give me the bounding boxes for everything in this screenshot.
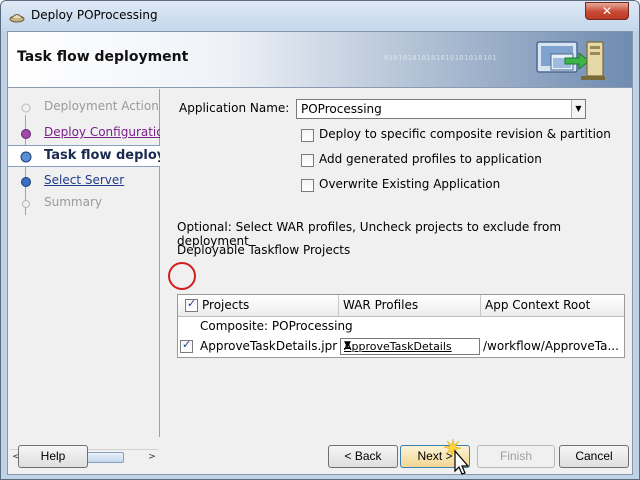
step-summary: Summary — [8, 193, 160, 213]
step-visited-icon — [21, 129, 31, 139]
finish-button: Finish — [477, 445, 555, 468]
column-divider[interactable] — [338, 295, 339, 317]
cancel-button[interactable]: Cancel — [559, 445, 629, 468]
chevron-down-icon[interactable]: ▼ — [344, 340, 477, 350]
mouse-pointer-icon — [443, 438, 470, 475]
overwrite-existing-label: Overwrite Existing Application — [319, 177, 501, 191]
main-panel: Application Name: POProcessing ▼ Deploy … — [161, 89, 631, 437]
dialog-header: Task flow deployment 0101010101010101010… — [8, 32, 632, 88]
context-root-cell[interactable]: /workflow/ApproveTa... — [483, 339, 619, 353]
step-label: Deploy Configuration — [44, 125, 160, 139]
highlight-circle-annotation — [168, 262, 196, 290]
back-button[interactable]: < Back — [328, 445, 398, 468]
step-label: Select Server — [44, 173, 125, 187]
deploy-specific-revision-label: Deploy to specific composite revision & … — [319, 127, 611, 141]
step-deploy-configuration[interactable]: Deploy Configuration — [8, 123, 160, 143]
deploy-dialog-window: Deploy POProcessing ✕ Task flow deployme… — [0, 0, 640, 480]
step-select-server[interactable]: Select Server — [8, 171, 160, 191]
step-task-flow-deployment: Task flow deployment — [8, 145, 160, 167]
column-header-war-profiles[interactable]: WAR Profiles — [343, 298, 418, 312]
step-label: Task flow deployment — [44, 148, 160, 163]
close-icon: ✕ — [601, 4, 613, 18]
table-row[interactable]: ApproveTaskDetails.jpr ApproveTaskDetail… — [178, 337, 624, 357]
wizard-steps-panel: Deployment Action Deploy Configuration T… — [8, 89, 160, 465]
title-bar[interactable]: Deploy POProcessing ✕ — [1, 1, 639, 31]
step-deployment-action: Deployment Action — [8, 97, 160, 117]
binary-decoration: 010101010101010101010101 — [384, 54, 498, 62]
projects-table: Projects WAR Profiles App Context Root C… — [177, 294, 625, 358]
overwrite-existing-checkbox[interactable] — [301, 179, 314, 192]
step-label: Summary — [44, 195, 102, 209]
step-label: Deployment Action — [44, 99, 159, 113]
page-title: Task flow deployment — [17, 49, 189, 65]
step-pending-icon — [22, 200, 30, 208]
table-header: Projects WAR Profiles App Context Root — [178, 295, 624, 317]
help-button[interactable]: Help — [18, 445, 88, 468]
project-include-checkbox[interactable] — [180, 338, 193, 353]
java-cup-icon — [9, 14, 25, 23]
column-header-context-root[interactable]: App Context Root — [485, 298, 590, 312]
composite-group-label: Composite: POProcessing — [200, 319, 353, 333]
table-group-row: Composite: POProcessing — [178, 317, 624, 337]
project-name-cell: ApproveTaskDetails.jpr — [200, 339, 338, 353]
projects-heading: Deployable Taskflow Projects — [177, 243, 351, 257]
column-divider[interactable] — [480, 295, 481, 317]
scroll-right-icon[interactable]: > — [146, 451, 158, 464]
add-generated-profiles-checkbox[interactable] — [301, 154, 314, 167]
step-current-icon — [20, 151, 32, 163]
app-name-combobox[interactable]: POProcessing ▼ — [296, 99, 586, 119]
column-header-projects[interactable]: Projects — [202, 298, 249, 312]
war-profile-dropdown[interactable]: ApproveTaskDetails ▼ — [340, 338, 480, 355]
window-title: Deploy POProcessing — [31, 8, 158, 22]
deploy-computer-icon — [536, 41, 605, 80]
step-next-icon — [21, 177, 31, 187]
step-pending-icon — [21, 103, 31, 113]
app-name-label: Application Name: — [179, 101, 290, 115]
add-generated-profiles-label: Add generated profiles to application — [319, 152, 542, 166]
deploy-specific-revision-checkbox[interactable] — [301, 129, 314, 142]
select-all-checkbox[interactable] — [185, 297, 198, 312]
close-button[interactable]: ✕ — [585, 2, 629, 20]
app-name-value: POProcessing — [301, 102, 382, 116]
chevron-down-icon[interactable]: ▼ — [571, 100, 585, 118]
dialog-client: Task flow deployment 0101010101010101010… — [7, 31, 633, 475]
